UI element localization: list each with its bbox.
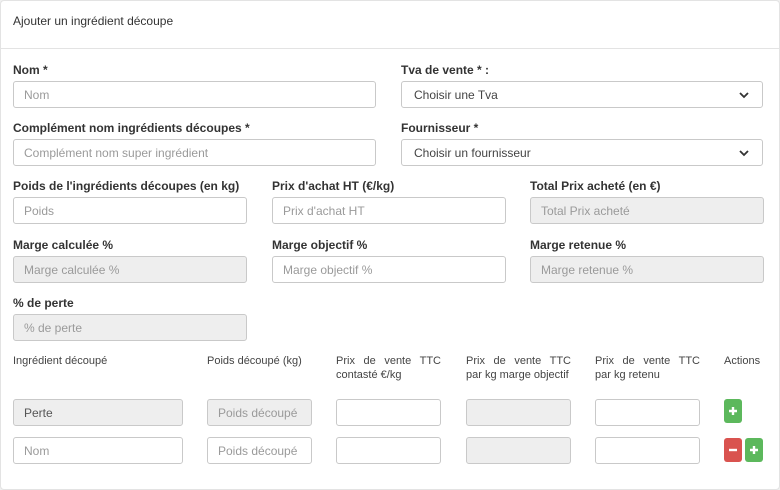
row1-prix-retenu-input[interactable] [595, 399, 700, 426]
complement-label: Complément nom ingrédients découpes * [13, 121, 250, 135]
row2-poids-input[interactable] [207, 437, 312, 464]
perte-label: % de perte [13, 296, 74, 310]
plus-icon [729, 407, 737, 415]
card-title: Ajouter un ingrédient découpe [13, 14, 174, 28]
row2-prix-marge-field [466, 437, 571, 464]
card-header: Ajouter un ingrédient découpe [1, 1, 779, 49]
add-cut-ingredient-card: Ajouter un ingrédient découpe Nom * Tva … [0, 0, 780, 490]
row1-prix-constate-input[interactable] [336, 399, 441, 426]
col-header-poids: Poids découpé (kg) [207, 355, 302, 367]
row1-poids-field [207, 399, 312, 426]
row2-remove-button[interactable] [724, 438, 742, 462]
marge-objectif-label: Marge objectif % [272, 238, 368, 252]
poids-input[interactable] [13, 197, 247, 224]
nom-input[interactable] [13, 81, 376, 108]
col-header-prix-retenu: Prix de vente TTC par kg retenu [595, 355, 700, 381]
row1-prix-marge-field [466, 399, 571, 426]
tva-select[interactable]: Choisir une Tva [401, 81, 763, 108]
fournisseur-select-value: Choisir un fournisseur [414, 145, 531, 160]
marge-objectif-input[interactable] [272, 256, 506, 283]
row1-ingredient-field [13, 399, 183, 426]
row2-prix-constate-input[interactable] [336, 437, 441, 464]
minus-icon [729, 448, 737, 452]
nom-label: Nom * [13, 63, 48, 77]
marge-retenue-label: Marge retenue % [530, 238, 627, 252]
col-header-prix-marge: Prix de vente TTC par kg marge objectif [466, 355, 571, 381]
col-header-actions: Actions [724, 355, 761, 367]
marge-retenue-field [530, 256, 764, 283]
fournisseur-label: Fournisseur * [401, 121, 479, 135]
total-prix-field [530, 197, 764, 224]
chevron-down-icon [739, 91, 749, 98]
poids-label: Poids de l'ingrédients découpes (en kg) [13, 179, 240, 193]
marge-calculee-label: Marge calculée % [13, 238, 114, 252]
chevron-down-icon [739, 149, 749, 156]
tva-label: Tva de vente * : [401, 63, 490, 77]
col-header-prix-constate: Prix de vente TTC contasté €/kg [336, 355, 441, 381]
complement-input[interactable] [13, 139, 376, 166]
marge-calculee-field [13, 256, 247, 283]
plus-icon [750, 446, 758, 454]
prix-achat-label: Prix d'achat HT (€/kg) [272, 179, 395, 193]
prix-achat-input[interactable] [272, 197, 506, 224]
total-prix-label: Total Prix acheté (en €) [530, 179, 661, 193]
row2-nom-input[interactable] [13, 437, 183, 464]
col-header-ingredient: Ingrédient découpé [13, 355, 108, 367]
row2-add-button[interactable] [745, 438, 763, 462]
perte-field [13, 314, 247, 341]
row1-add-button[interactable] [724, 399, 742, 423]
fournisseur-select[interactable]: Choisir un fournisseur [401, 139, 763, 166]
row2-prix-retenu-input[interactable] [595, 437, 700, 464]
tva-select-value: Choisir une Tva [414, 87, 498, 102]
